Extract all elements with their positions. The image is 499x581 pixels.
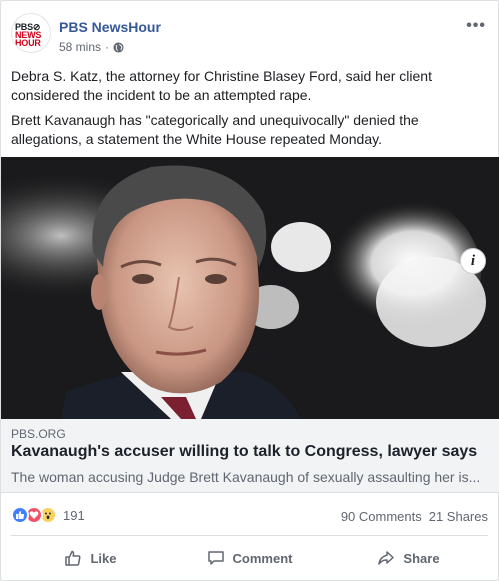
portrait-photo xyxy=(1,157,499,419)
link-title[interactable]: Kavanaugh's accuser willing to talk to C… xyxy=(11,443,477,461)
share-label: Share xyxy=(403,550,440,566)
engagement-stats: 191 90 Comments 21 Shares xyxy=(11,504,488,528)
page-name-link[interactable]: PBS NewsHour xyxy=(59,19,161,35)
share-button[interactable]: Share xyxy=(329,539,488,577)
logo-text-line3: HOUR xyxy=(15,38,41,48)
meta-separator: · xyxy=(105,40,110,54)
link-description: The woman accusing Judge Brett Kavanaugh… xyxy=(11,469,481,485)
shares-count[interactable]: 21 Shares xyxy=(429,509,488,524)
like-label: Like xyxy=(90,550,117,566)
info-icon[interactable]: i xyxy=(460,248,486,274)
post-paragraph: Brett Kavanaugh has "categorically and u… xyxy=(11,112,419,147)
comment-icon xyxy=(207,551,224,565)
post-timestamp[interactable]: 58 mins xyxy=(59,40,101,54)
more-options-icon[interactable]: ••• xyxy=(466,17,486,35)
reactions-summary[interactable]: 191 xyxy=(11,506,85,524)
comment-button[interactable]: Comment xyxy=(170,539,329,577)
reaction-count: 191 xyxy=(63,507,85,523)
actions-divider xyxy=(11,535,488,536)
post-header: PBS⊘ NEWS HOUR PBS NewsHour 58 mins · ••… xyxy=(11,13,488,59)
thumbs-up-icon xyxy=(65,550,81,566)
share-arrow-icon xyxy=(378,551,395,565)
post-meta: 58 mins · xyxy=(59,40,124,54)
link-domain: PBS.ORG xyxy=(11,427,66,441)
comment-label: Comment xyxy=(232,550,293,566)
page-avatar[interactable]: PBS⊘ NEWS HOUR xyxy=(11,13,51,53)
like-button[interactable]: Like xyxy=(11,539,170,577)
post-paragraph: Debra S. Katz, the attorney for Christin… xyxy=(11,68,432,103)
comment-share-counts: 90 Comments 21 Shares xyxy=(341,509,488,524)
post-card: PBS⊘ NEWS HOUR PBS NewsHour 58 mins · ••… xyxy=(0,0,499,581)
post-message: Debra S. Katz, the attorney for Christin… xyxy=(11,67,491,149)
link-preview[interactable]: PBS.ORG Kavanaugh's accuser willing to t… xyxy=(1,419,499,493)
link-preview-image[interactable] xyxy=(1,157,499,419)
like-reaction-icon xyxy=(11,506,29,524)
globe-icon[interactable] xyxy=(113,41,124,53)
comments-count[interactable]: 90 Comments xyxy=(341,509,422,524)
post-actions: Like Comment Share xyxy=(11,539,488,577)
